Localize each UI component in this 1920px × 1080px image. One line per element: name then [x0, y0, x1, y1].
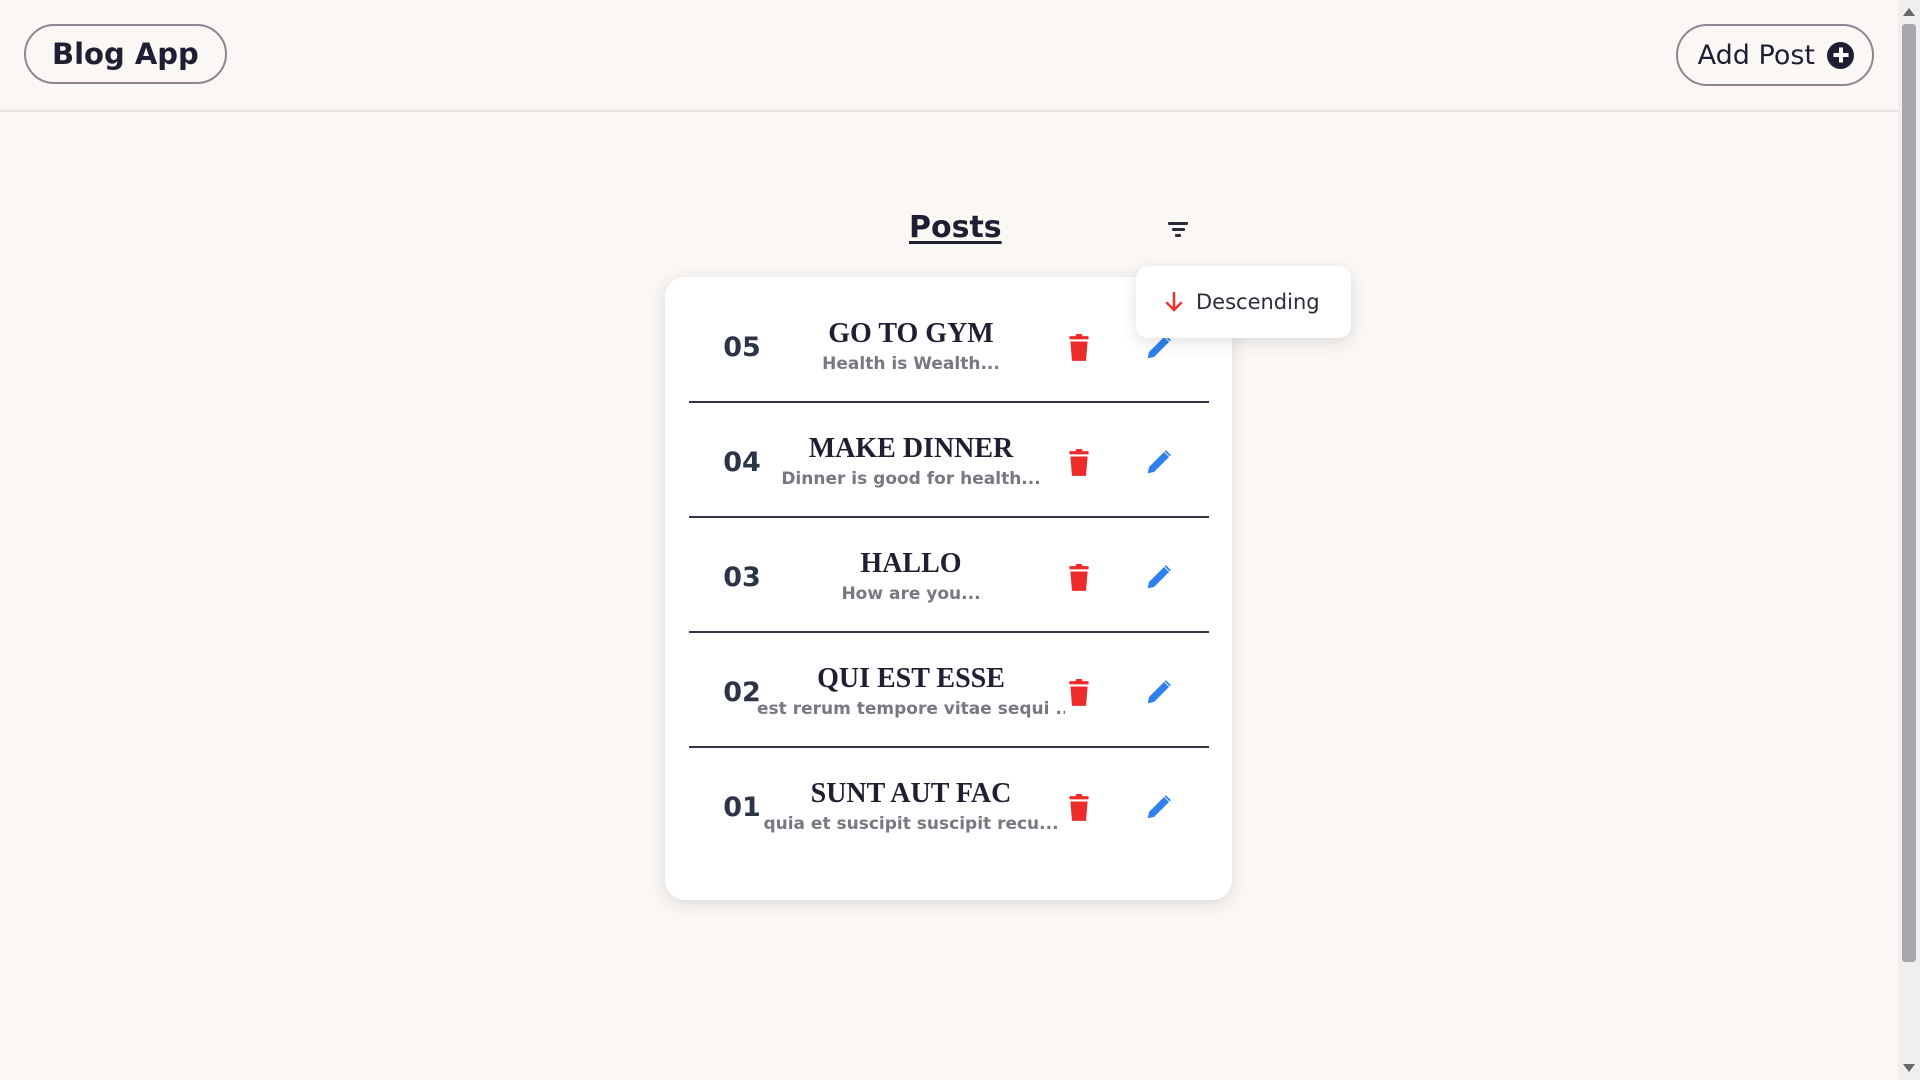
posts-title: Posts — [909, 210, 1002, 245]
post-list: 05 GO TO GYM Health is Wealth... 04 MAKE… — [689, 288, 1209, 863]
blog-app: Blog App Add Post Posts 05 GO TO GYM Hea… — [0, 0, 1920, 1080]
sort-option-label: Descending — [1196, 290, 1320, 314]
post-title[interactable]: MAKE DINNER — [757, 433, 1065, 465]
post-text: MAKE DINNER Dinner is good for health... — [757, 433, 1065, 489]
post-title[interactable]: SUNT AUT FAC — [757, 778, 1065, 810]
post-body: How are you... — [841, 584, 981, 604]
trash-icon[interactable] — [1066, 679, 1092, 707]
post-row: 05 GO TO GYM Health is Wealth... — [689, 288, 1209, 403]
trash-icon[interactable] — [1066, 449, 1092, 477]
top-navbar: Blog App Add Post — [0, 0, 1898, 112]
plus-circle-icon — [1827, 41, 1854, 69]
filter-button[interactable] — [1163, 214, 1193, 244]
post-row: 01 SUNT AUT FAC quia et suscipit suscipi… — [689, 748, 1209, 863]
add-post-button[interactable]: Add Post — [1675, 24, 1874, 86]
filter-icon-line-1 — [1168, 221, 1188, 225]
post-title[interactable]: GO TO GYM — [757, 318, 1065, 350]
post-title[interactable]: HALLO — [757, 548, 1065, 580]
sort-descending-option[interactable]: Descending — [1136, 266, 1351, 338]
post-body: Dinner is good for health... — [781, 469, 1041, 489]
filter-icon-line-3 — [1175, 233, 1181, 237]
trash-icon[interactable] — [1066, 334, 1092, 362]
vertical-scrollbar[interactable] — [1898, 0, 1920, 1080]
post-body: quia et suscipit suscipit recu... — [763, 814, 1059, 834]
pencil-icon[interactable] — [1144, 677, 1174, 707]
scrollbar-thumb[interactable] — [1902, 24, 1916, 962]
trash-icon[interactable] — [1066, 794, 1092, 822]
brand-button[interactable]: Blog App — [24, 24, 227, 84]
post-body: est rerum tempore vitae sequi ... — [757, 699, 1065, 719]
scroll-down-arrow-icon[interactable] — [1903, 1064, 1915, 1072]
post-text: HALLO How are you... — [757, 548, 1065, 604]
post-title[interactable]: QUI EST ESSE — [757, 663, 1065, 695]
posts-card: 05 GO TO GYM Health is Wealth... 04 MAKE… — [665, 277, 1232, 900]
pencil-icon[interactable] — [1144, 792, 1174, 822]
post-text: QUI EST ESSE est rerum tempore vitae seq… — [757, 663, 1065, 719]
filter-icon-line-2 — [1171, 227, 1185, 231]
trash-icon[interactable] — [1066, 564, 1092, 592]
post-body: Health is Wealth... — [822, 354, 1000, 374]
post-row: 03 HALLO How are you... — [689, 518, 1209, 633]
arrow-down-icon — [1165, 291, 1183, 312]
post-text: GO TO GYM Health is Wealth... — [757, 318, 1065, 374]
post-text: SUNT AUT FAC quia et suscipit suscipit r… — [757, 778, 1065, 834]
post-row: 02 QUI EST ESSE est rerum tempore vitae … — [689, 633, 1209, 748]
pencil-icon[interactable] — [1144, 447, 1174, 477]
scroll-up-arrow-icon[interactable] — [1903, 8, 1915, 16]
post-row: 04 MAKE DINNER Dinner is good for health… — [689, 403, 1209, 518]
pencil-icon[interactable] — [1144, 562, 1174, 592]
add-post-label: Add Post — [1697, 39, 1815, 71]
